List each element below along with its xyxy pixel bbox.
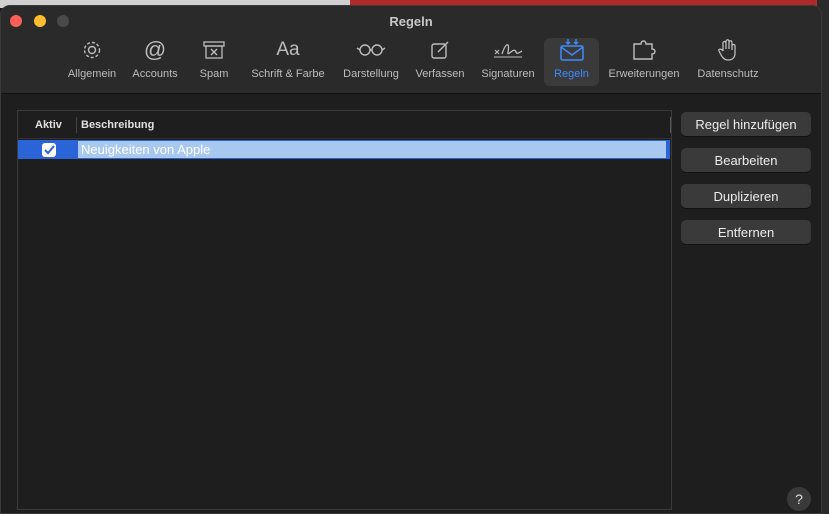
checkmark-icon	[43, 145, 55, 155]
rules-table: Aktiv Beschreibung Neuigkeiten von Apple	[17, 110, 672, 510]
edit-rule-button[interactable]: Bearbeiten	[681, 148, 811, 172]
compose-icon	[429, 38, 451, 62]
junk-tray-icon	[202, 38, 226, 62]
glasses-icon	[356, 38, 386, 62]
tab-label: Accounts	[132, 68, 178, 80]
help-button[interactable]: ?	[787, 487, 811, 511]
tab-signaturen[interactable]: Signaturen	[476, 38, 540, 86]
tab-label: Spam	[199, 68, 229, 80]
hand-icon	[718, 38, 738, 62]
tab-accounts[interactable]: @ Accounts	[127, 37, 183, 86]
column-header-active[interactable]: Aktiv	[35, 119, 62, 131]
preferences-window: Regeln Allgemein @ Accounts Spam Aa Schr…	[0, 5, 822, 514]
table-header: Aktiv Beschreibung	[18, 111, 671, 139]
tab-schrift-farbe[interactable]: Aa Schrift & Farbe	[245, 38, 331, 86]
tab-regeln[interactable]: Regeln	[544, 38, 599, 86]
rule-active-checkbox[interactable]	[42, 143, 56, 157]
rule-description-field[interactable]: Neuigkeiten von Apple	[77, 140, 667, 159]
tab-spam[interactable]: Spam	[191, 38, 237, 86]
tab-label: Erweiterungen	[608, 68, 680, 80]
add-rule-button[interactable]: Regel hinzufügen	[681, 112, 811, 136]
column-header-description[interactable]: Beschreibung	[81, 119, 154, 131]
remove-rule-button[interactable]: Entfernen	[681, 220, 811, 244]
font-aa-icon: Aa	[276, 39, 300, 60]
tab-label: Signaturen	[481, 68, 535, 80]
tab-verfassen[interactable]: Verfassen	[411, 38, 469, 86]
tab-label: Darstellung	[343, 68, 399, 80]
table-row[interactable]: Neuigkeiten von Apple	[18, 140, 670, 159]
puzzle-icon	[631, 38, 657, 62]
tab-label: Datenschutz	[697, 68, 759, 80]
tab-datenschutz[interactable]: Datenschutz	[692, 38, 764, 86]
tab-erweiterungen[interactable]: Erweiterungen	[604, 38, 684, 86]
tab-label: Regeln	[554, 68, 589, 80]
tab-label: Schrift & Farbe	[251, 68, 325, 80]
window-title: Regeln	[389, 14, 433, 29]
preferences-toolbar: Regeln Allgemein @ Accounts Spam Aa Schr…	[1, 6, 821, 94]
at-icon: @	[143, 37, 167, 62]
tab-allgemein[interactable]: Allgemein	[64, 38, 120, 86]
tab-darstellung[interactable]: Darstellung	[339, 38, 403, 86]
gear-icon	[81, 38, 103, 62]
rules-envelope-icon	[559, 38, 585, 62]
column-divider[interactable]	[76, 117, 77, 133]
duplicate-rule-button[interactable]: Duplizieren	[681, 184, 811, 208]
column-divider[interactable]	[670, 117, 671, 133]
tab-label: Allgemein	[67, 68, 117, 80]
tab-label: Verfassen	[415, 68, 465, 80]
signature-icon	[492, 38, 524, 62]
